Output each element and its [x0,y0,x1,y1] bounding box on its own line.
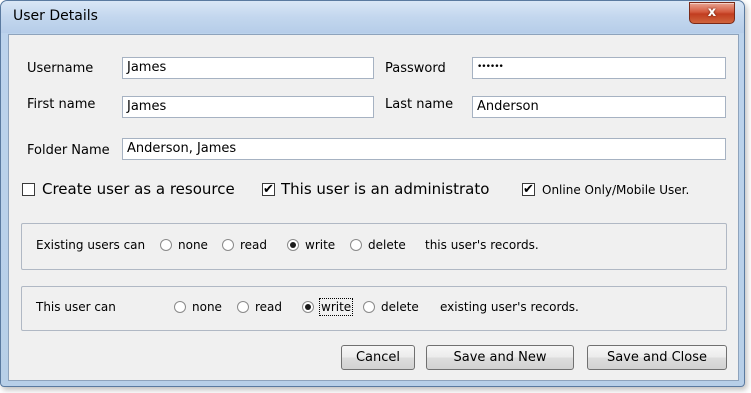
this-user-radio-read[interactable] [237,301,249,313]
folder-name-field[interactable]: Anderson, James [122,138,726,160]
password-field[interactable]: •••••• [472,57,726,79]
this-user-radio-read-label: read [255,300,283,314]
admin-checkbox-label: This user is an administrato [281,180,490,198]
close-icon: x [707,5,717,20]
resource-checkbox[interactable] [22,183,35,196]
existing-radio-write[interactable] [287,239,299,251]
this-user-group: This user can none read write delete exi… [21,286,727,331]
dialog-body: Username James Password •••••• First nam… [8,34,739,381]
online-only-checkbox-label: Online Only/Mobile User. [542,183,690,197]
existing-users-group: Existing users can none read write delet… [21,223,727,270]
first-name-field[interactable]: James [122,96,374,118]
existing-radio-read[interactable] [222,239,234,251]
existing-radio-none-label: none [178,238,208,252]
this-user-radio-write[interactable] [302,301,314,313]
this-user-radio-none[interactable] [174,301,186,313]
existing-radio-delete-label: delete [368,238,406,252]
existing-radio-delete[interactable] [350,239,362,251]
password-label: Password [385,61,446,76]
this-user-radio-none-label: none [192,300,222,314]
existing-users-suffix: this user's records. [425,238,539,252]
this-user-radio-write-label: write [318,298,354,316]
save-and-new-button[interactable]: Save and New [426,345,574,370]
folder-name-label: Folder Name [27,143,110,158]
cancel-button[interactable]: Cancel [341,345,415,370]
checkmark-icon: ✔ [523,182,534,197]
existing-radio-read-label: read [240,238,268,252]
first-name-label: First name [27,97,96,112]
existing-radio-write-label: write [305,238,336,252]
this-user-radio-delete[interactable] [363,301,375,313]
username-field[interactable]: James [122,57,374,79]
resource-checkbox-label: Create user as a resource [42,180,235,198]
admin-checkbox[interactable]: ✔ [262,183,275,196]
this-user-suffix: existing user's records. [440,300,579,314]
last-name-field[interactable]: Anderson [472,96,726,118]
username-label: Username [27,61,94,76]
this-user-radio-delete-label: delete [381,300,419,314]
user-details-window: User Details x Username James Password •… [0,0,745,387]
close-button[interactable]: x [689,2,735,24]
existing-users-prefix: Existing users can [36,238,146,252]
last-name-label: Last name [385,97,454,112]
this-user-prefix: This user can [36,300,116,314]
existing-radio-none[interactable] [160,239,172,251]
save-and-close-button[interactable]: Save and Close [587,345,727,370]
title-bar[interactable]: User Details x [1,1,744,33]
online-only-checkbox[interactable]: ✔ [522,183,535,196]
checkmark-icon: ✔ [263,182,274,197]
window-title: User Details [13,8,98,24]
